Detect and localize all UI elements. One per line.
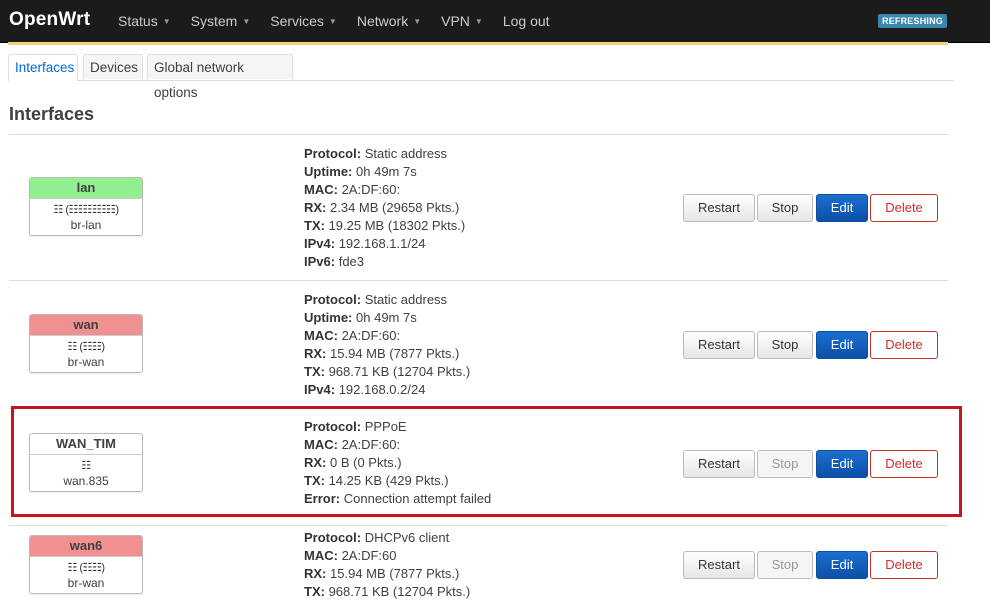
alert-strip bbox=[8, 42, 948, 45]
info-line: IPv4: 192.168.0.2/24 bbox=[304, 382, 426, 397]
info-line: IPv6: fde3 bbox=[304, 254, 365, 269]
port-icons: ☷ (☷☷) bbox=[67, 562, 105, 574]
caret-down-icon: ▼ bbox=[162, 16, 171, 26]
tab-bar: Interfaces Devices Global network option… bbox=[8, 54, 954, 100]
stop-button[interactable]: Stop bbox=[757, 551, 813, 579]
info-line: Protocol: Static address bbox=[304, 146, 448, 161]
tab-global-network-options[interactable]: Global network options bbox=[147, 54, 293, 100]
nav-status[interactable]: Status ▼ bbox=[118, 13, 171, 29]
delete-button[interactable]: Delete bbox=[870, 551, 938, 579]
highlight-frame bbox=[11, 406, 962, 517]
divider bbox=[9, 525, 948, 526]
stop-button[interactable]: Stop bbox=[757, 331, 813, 359]
info-line: IPv4: 192.168.1.1/24 bbox=[304, 236, 426, 251]
interface-device: br-wan bbox=[67, 576, 105, 590]
caret-down-icon: ▼ bbox=[474, 16, 483, 26]
nav-network-label: Network bbox=[356, 13, 409, 29]
interface-name: wan6 bbox=[30, 536, 142, 557]
nav-logout[interactable]: Log out bbox=[503, 13, 550, 29]
divider bbox=[9, 134, 948, 135]
caret-down-icon: ▼ bbox=[413, 16, 422, 26]
tab-interfaces[interactable]: Interfaces bbox=[8, 54, 78, 81]
nav-services-label: Services bbox=[270, 13, 324, 29]
info-line: MAC: 2A:DF:60: bbox=[304, 328, 401, 343]
info-line: Protocol: Static address bbox=[304, 292, 448, 307]
refreshing-badge[interactable]: REFRESHING bbox=[878, 14, 948, 28]
interface-name: lan bbox=[30, 178, 142, 199]
info-line: RX: 15.94 MB (7877 Pkts.) bbox=[304, 566, 460, 581]
edit-button[interactable]: Edit bbox=[816, 194, 868, 222]
port-icons: ☷ (☷☷☷☷☷) bbox=[53, 204, 119, 216]
section-title: Interfaces bbox=[9, 104, 95, 124]
caret-down-icon: ▼ bbox=[242, 16, 251, 26]
info-line: RX: 15.94 MB (7877 Pkts.) bbox=[304, 346, 460, 361]
interface-info-wan: Protocol: Static address Uptime: 0h 49m … bbox=[304, 291, 470, 399]
nav-system-label: System bbox=[190, 13, 238, 29]
port-icons: ☷ (☷☷) bbox=[67, 341, 105, 353]
info-line: Uptime: 0h 49m 7s bbox=[304, 164, 417, 179]
interface-badge-wan6: wan6 ☷ (☷☷) br-wan bbox=[29, 535, 143, 594]
interface-info-lan: Protocol: Static address Uptime: 0h 49m … bbox=[304, 145, 465, 271]
interface-info-wan6: Protocol: DHCPv6 client MAC: 2A:DF:60 RX… bbox=[304, 529, 470, 601]
info-line: TX: 968.71 KB (12704 Pkts.) bbox=[304, 584, 471, 599]
nav-status-label: Status bbox=[118, 13, 158, 29]
top-navbar: OpenWrt Status ▼ System ▼ Services ▼ Networ… bbox=[0, 0, 990, 43]
edit-button[interactable]: Edit bbox=[816, 331, 868, 359]
stop-button[interactable]: Stop bbox=[757, 194, 813, 222]
edit-button[interactable]: Edit bbox=[816, 551, 868, 579]
info-line: Uptime: 0h 49m 7s bbox=[304, 310, 417, 325]
info-line: RX: 2.34 MB (29658 Pkts.) bbox=[304, 200, 460, 215]
tab-devices[interactable]: Devices bbox=[83, 54, 143, 79]
info-line: MAC: 2A:DF:60 bbox=[304, 548, 397, 563]
interface-badge-lan: lan ☷ (☷☷☷☷☷) br-lan bbox=[29, 177, 143, 236]
nav-system[interactable]: System ▼ bbox=[191, 13, 251, 29]
nav-vpn[interactable]: VPN ▼ bbox=[441, 13, 483, 29]
interface-name: wan bbox=[30, 315, 142, 336]
info-line: TX: 19.25 MB (18302 Pkts.) bbox=[304, 218, 466, 233]
restart-button[interactable]: Restart bbox=[683, 194, 755, 222]
info-line: TX: 968.71 KB (12704 Pkts.) bbox=[304, 364, 471, 379]
interface-device: br-wan bbox=[67, 355, 105, 369]
delete-button[interactable]: Delete bbox=[870, 331, 938, 359]
brand-logo[interactable]: OpenWrt bbox=[9, 9, 90, 31]
info-line: Protocol: DHCPv6 client bbox=[304, 530, 450, 545]
info-line: MAC: 2A:DF:60: bbox=[304, 182, 401, 197]
main-nav: Status ▼ System ▼ Services ▼ Network ▼ VPN ▼ … bbox=[118, 0, 570, 42]
nav-vpn-label: VPN bbox=[441, 13, 470, 29]
nav-services[interactable]: Services ▼ bbox=[270, 13, 337, 29]
interface-badge-wan: wan ☷ (☷☷) br-wan bbox=[29, 314, 143, 373]
interface-device: br-lan bbox=[70, 218, 102, 232]
delete-button[interactable]: Delete bbox=[870, 194, 938, 222]
restart-button[interactable]: Restart bbox=[683, 551, 755, 579]
caret-down-icon: ▼ bbox=[328, 16, 337, 26]
restart-button[interactable]: Restart bbox=[683, 331, 755, 359]
nav-network[interactable]: Network ▼ bbox=[357, 13, 421, 29]
divider bbox=[9, 280, 948, 281]
